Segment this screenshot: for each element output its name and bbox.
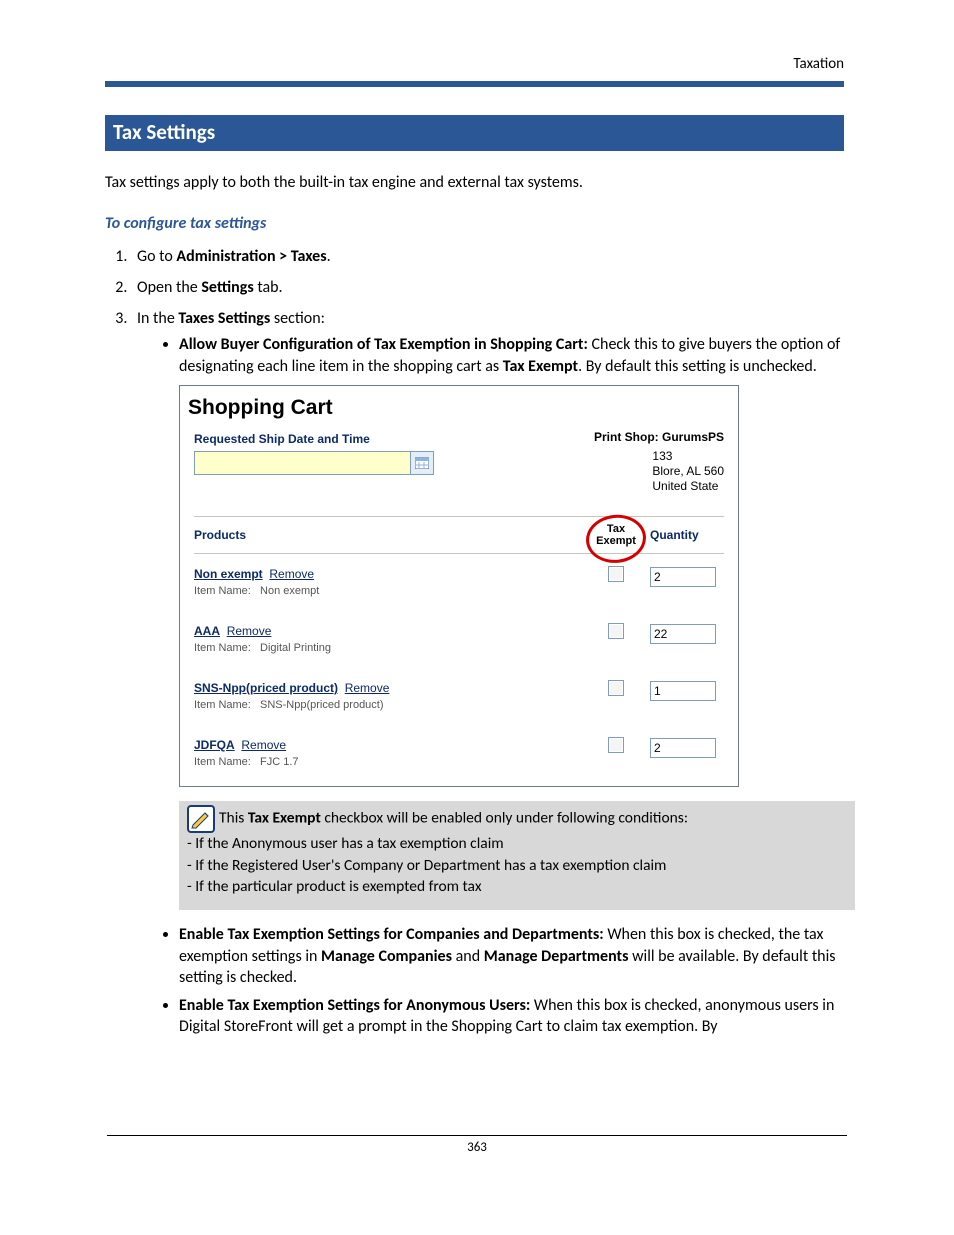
calendar-icon[interactable]: [410, 452, 433, 474]
step-2-text-a: Open the: [137, 278, 201, 297]
item-name-value: SNS-Npp(priced product): [260, 699, 384, 711]
section-heading: Tax Settings: [105, 115, 844, 151]
quantity-input[interactable]: [650, 567, 716, 587]
step-2-text-c: tab.: [254, 278, 283, 297]
page: Taxation Tax Settings Tax settings apply…: [0, 0, 954, 1235]
item-name-label: Item Name:: [194, 699, 251, 711]
note-box: This Tax Exempt checkbox will be enabled…: [179, 801, 855, 910]
bullet-2-bold: Enable Tax Exemption Settings for Compan…: [179, 925, 604, 944]
bullet-2-t2: and: [452, 947, 484, 966]
cart-row: SNS-Npp(priced product) Remove Item Name…: [194, 668, 724, 725]
step-2-bold: Settings: [201, 278, 253, 297]
remove-link[interactable]: Remove: [241, 738, 286, 752]
addr-line-3: United State: [652, 479, 724, 494]
quantity-input[interactable]: [650, 681, 716, 701]
tax-exempt-checkbox[interactable]: [608, 623, 624, 639]
tax-exempt-checkbox[interactable]: [608, 680, 624, 696]
step-1-text-a: Go to: [137, 247, 176, 266]
cart-row: Non exempt Remove Item Name: Non exempt: [194, 554, 724, 611]
procedure-subhead: To configure tax settings: [105, 214, 844, 233]
ship-date-input[interactable]: [195, 452, 410, 474]
product-link[interactable]: JDFQA: [194, 738, 235, 752]
bullet-1-b2: Tax Exempt: [503, 357, 578, 376]
bullet-enable-companies: Enable Tax Exemption Settings for Compan…: [179, 924, 844, 989]
page-number: 363: [107, 1135, 847, 1155]
remove-link[interactable]: Remove: [345, 681, 390, 695]
printshop-value: GurumsPS: [662, 430, 724, 444]
step-3-text-c: section:: [270, 309, 325, 328]
step-3-bullets: Allow Buyer Configuration of Tax Exempti…: [137, 334, 844, 1038]
tax-exempt-checkbox[interactable]: [608, 737, 624, 753]
item-name-label: Item Name:: [194, 756, 251, 768]
cart-row: JDFQA Remove Item Name: FJC 1.7: [194, 725, 724, 772]
ship-date-label: Requested Ship Date and Time: [194, 429, 434, 447]
item-name-label: Item Name:: [194, 642, 251, 654]
step-1-text-c: .: [327, 247, 331, 266]
note-l1a: This: [219, 809, 248, 828]
product-link[interactable]: Non exempt: [194, 567, 263, 581]
tax-header-l2: Exempt: [588, 535, 644, 547]
addr-line-1: 133: [652, 449, 724, 464]
bullet-1-t2: . By default this setting is unchecked.: [578, 357, 817, 376]
bullet-enable-anonymous: Enable Tax Exemption Settings for Anonym…: [179, 995, 844, 1038]
bullet-allow-buyer: Allow Buyer Configuration of Tax Exempti…: [179, 334, 844, 910]
cart-row: AAA Remove Item Name: Digital Printing: [194, 611, 724, 668]
step-1: Go to Administration > Taxes.: [131, 247, 844, 266]
step-1-bold: Administration > Taxes: [176, 247, 326, 266]
bullet-2-b2: Manage Companies: [321, 947, 452, 966]
quantity-input[interactable]: [650, 624, 716, 644]
item-name-value: FJC 1.7: [260, 756, 299, 768]
note-l3: - If the Registered User's Company or De…: [187, 855, 847, 877]
running-header: Taxation: [105, 55, 844, 73]
product-link[interactable]: AAA: [194, 624, 220, 638]
quantity-input[interactable]: [650, 738, 716, 758]
printshop-label: Print Shop: GurumsPS: [590, 429, 724, 445]
step-3-bold: Taxes Settings: [178, 309, 270, 328]
bullet-2-b3: Manage Departments: [484, 947, 629, 966]
tax-exempt-checkbox[interactable]: [608, 566, 624, 582]
col-tax-exempt-header: Tax Exempt: [588, 523, 644, 547]
addr-line-2: Blore, AL 560: [652, 464, 724, 479]
step-2: Open the Settings tab.: [131, 278, 844, 297]
remove-link[interactable]: Remove: [227, 624, 272, 638]
steps-list: Go to Administration > Taxes. Open the S…: [105, 247, 844, 1038]
printshop-label-text: Print Shop:: [594, 430, 662, 444]
note-l2: - If the Anonymous user has a tax exempt…: [187, 833, 847, 855]
note-l1b: Tax Exempt: [248, 809, 321, 828]
note-icon: [187, 805, 215, 833]
step-3: In the Taxes Settings section: Allow Buy…: [131, 309, 844, 1038]
shopping-cart-screenshot: Shopping Cart Requested Ship Date and Ti…: [179, 385, 739, 787]
note-l1c: checkbox will be enabled only under foll…: [321, 809, 688, 828]
item-name-label: Item Name:: [194, 585, 251, 597]
col-products-header: Products: [194, 527, 588, 543]
col-quantity-header: Quantity: [644, 527, 724, 543]
item-name-value: Digital Printing: [260, 642, 331, 654]
note-l4: - If the particular product is exempted …: [187, 876, 847, 898]
product-link[interactable]: SNS-Npp(priced product): [194, 681, 338, 695]
remove-link[interactable]: Remove: [269, 567, 314, 581]
item-name-value: Non exempt: [260, 585, 319, 597]
bullet-1-bold: Allow Buyer Configuration of Tax Exempti…: [179, 335, 588, 354]
header-rule: [105, 81, 844, 87]
ship-date-field[interactable]: [194, 451, 434, 475]
cart-title: Shopping Cart: [180, 386, 738, 428]
intro-paragraph: Tax settings apply to both the built-in …: [105, 173, 844, 192]
tax-header-l1: Tax: [588, 523, 644, 535]
bullet-3-bold: Enable Tax Exemption Settings for Anonym…: [179, 996, 530, 1015]
step-3-text-a: In the: [137, 309, 178, 328]
